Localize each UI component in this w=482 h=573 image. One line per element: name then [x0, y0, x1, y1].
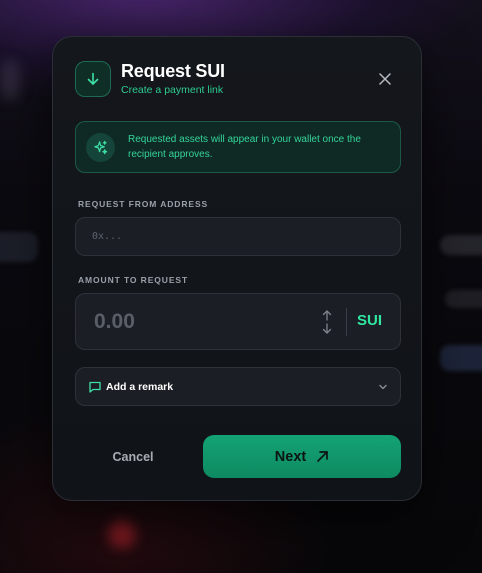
dialog-subtitle: Create a payment link	[121, 84, 224, 96]
arrow-down-icon	[75, 61, 111, 97]
background-element	[0, 232, 38, 262]
sparkle-icon	[86, 133, 115, 162]
dialog-title: Request SUI	[121, 61, 225, 81]
background-element	[440, 235, 482, 255]
message-icon	[89, 381, 101, 393]
currency-label: SUI	[357, 312, 383, 329]
amount-field-label: AMOUNT TO REQUEST	[78, 275, 189, 285]
background-element	[0, 60, 20, 100]
chevron-down-icon	[379, 384, 387, 390]
remark-label: Add a remark	[106, 381, 174, 393]
amount-input[interactable]	[94, 307, 294, 337]
info-notice: Requested assets will appear in your wal…	[75, 121, 401, 173]
divider	[346, 308, 347, 336]
address-input[interactable]	[75, 217, 401, 256]
swap-vertical-icon	[322, 310, 332, 334]
background-element	[445, 290, 482, 308]
cancel-button[interactable]: Cancel	[93, 444, 173, 470]
request-dialog: Request SUI Create a payment link Reques…	[52, 36, 422, 501]
address-field-label: REQUEST FROM ADDRESS	[78, 199, 209, 209]
amount-field: SUI	[75, 293, 401, 350]
swap-button[interactable]	[316, 308, 338, 336]
background-element	[108, 520, 136, 548]
add-remark-toggle[interactable]: Add a remark	[75, 367, 401, 406]
next-button[interactable]: Next	[203, 435, 401, 478]
notice-text: Requested assets will appear in your wal…	[128, 134, 361, 160]
close-icon	[379, 73, 391, 85]
background-element	[440, 345, 482, 371]
next-label: Next	[274, 448, 307, 465]
close-button[interactable]	[373, 67, 397, 91]
arrow-up-right-icon	[317, 451, 329, 462]
